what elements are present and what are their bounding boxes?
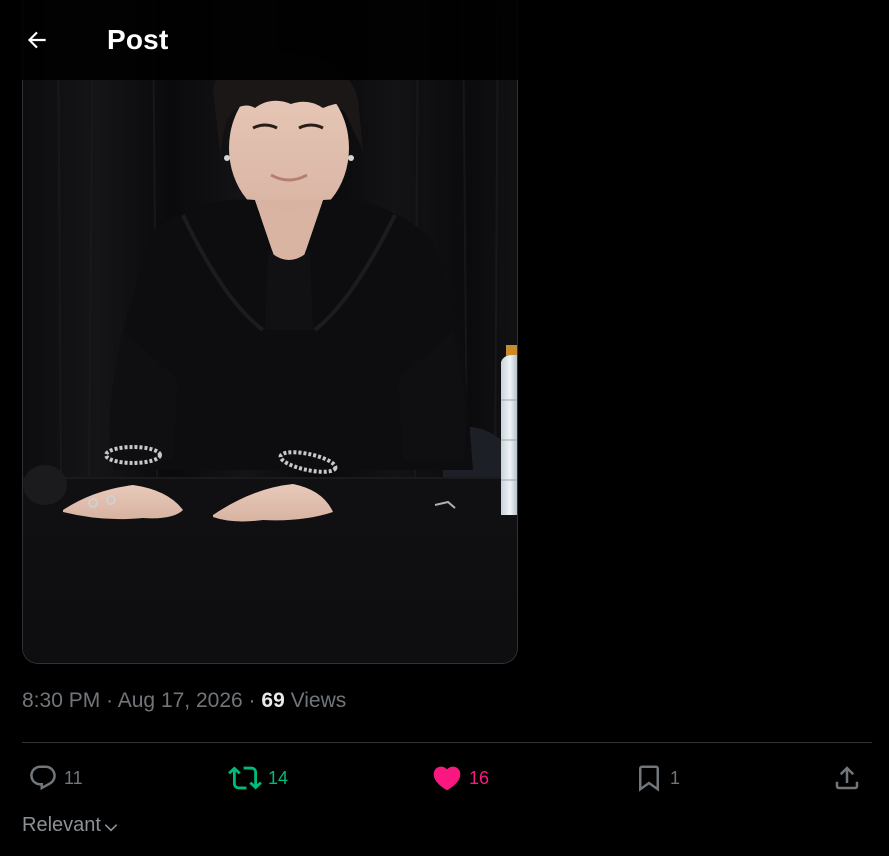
like-button[interactable]: 16 <box>431 760 489 796</box>
reply-button[interactable]: 11 <box>28 760 83 796</box>
share-button[interactable] <box>832 760 862 796</box>
like-count: 16 <box>469 767 490 788</box>
heart-icon <box>433 766 461 791</box>
reply-count: 11 <box>64 767 83 788</box>
post-page: Post 8:30 PM · Aug 17, 2026 · 69 Views 1… <box>0 0 889 856</box>
chevron-down-icon <box>104 824 118 832</box>
page-title: Post <box>107 24 169 55</box>
reply-sort-dropdown[interactable]: Relevant <box>22 814 119 837</box>
top-header: Post <box>0 0 518 80</box>
views-label: Views <box>290 689 347 712</box>
photo-illustration <box>23 0 517 663</box>
tweet-date[interactable]: Aug 17, 2026 <box>118 689 243 712</box>
views-count[interactable]: 69 <box>261 689 284 712</box>
meta-separator: · <box>106 689 114 712</box>
divider <box>22 742 872 743</box>
bookmark-button[interactable]: 1 <box>634 760 680 796</box>
retweet-button[interactable]: 14 <box>228 760 288 796</box>
bookmark-count: 1 <box>670 767 681 788</box>
speech-bubble-icon <box>30 765 56 791</box>
tweet-meta: 8:30 PM · Aug 17, 2026 · 69 Views <box>22 689 346 713</box>
sort-label: Relevant <box>22 814 101 836</box>
meta-separator: · <box>248 689 256 712</box>
tweet-time[interactable]: 8:30 PM <box>22 689 100 712</box>
retweet-count: 14 <box>268 767 289 788</box>
retweet-arrows-icon <box>228 766 262 790</box>
share-upload-icon <box>835 766 859 790</box>
back-button[interactable] <box>18 21 56 59</box>
arrow-left-icon <box>27 31 46 49</box>
bookmark-icon <box>639 765 659 792</box>
post-photo[interactable] <box>22 0 518 664</box>
